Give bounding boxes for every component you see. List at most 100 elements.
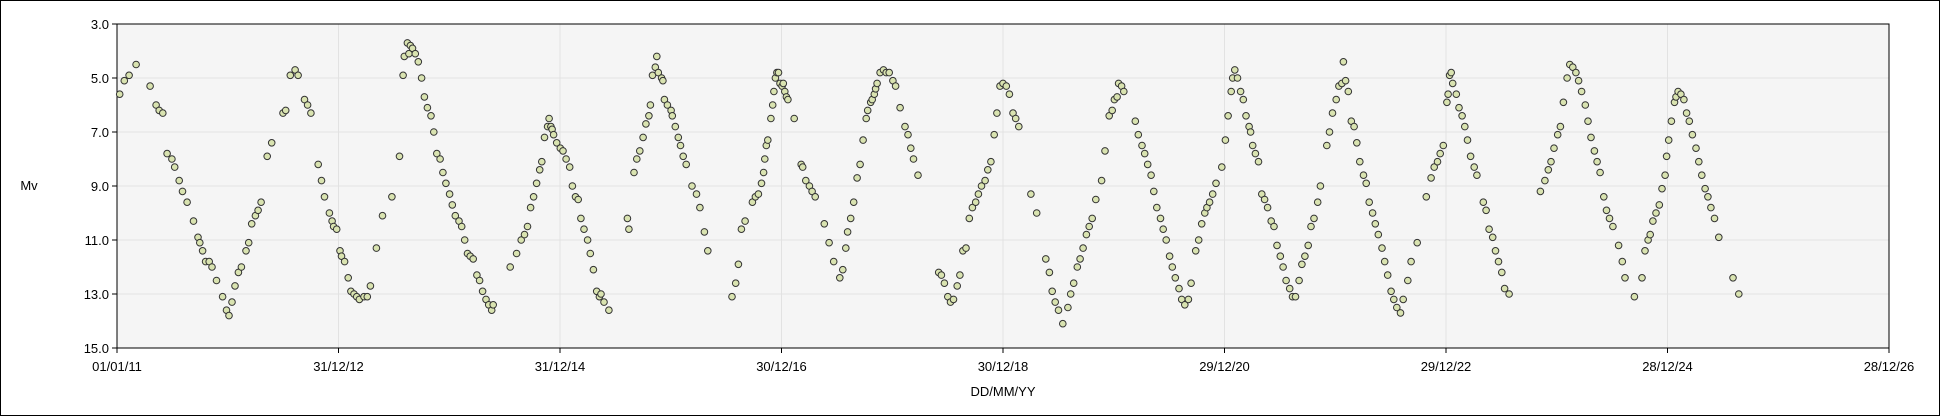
data-point	[1649, 217, 1657, 225]
data-point	[863, 106, 872, 115]
data-point	[212, 276, 221, 285]
data-point	[1341, 76, 1350, 85]
data-point	[1380, 257, 1389, 266]
data-point	[1455, 103, 1463, 112]
data-point	[965, 214, 974, 223]
data-point	[623, 214, 632, 223]
data-point	[659, 76, 667, 85]
data-point	[586, 249, 595, 258]
data-point	[1682, 109, 1691, 117]
data-point	[263, 152, 272, 161]
data-point	[839, 265, 847, 274]
data-point	[267, 139, 276, 147]
data-point	[427, 112, 435, 120]
data-point	[1473, 171, 1481, 179]
data-point	[962, 244, 970, 252]
data-point	[583, 236, 592, 244]
data-point	[768, 101, 777, 109]
data-point	[1463, 136, 1472, 144]
data-point	[1064, 303, 1072, 312]
data-point	[1602, 206, 1611, 215]
data-point	[1097, 176, 1106, 185]
data-point	[842, 244, 850, 252]
data-point	[286, 71, 295, 80]
data-point	[914, 171, 922, 179]
data-point	[1447, 68, 1455, 77]
data-point	[1396, 309, 1405, 317]
data-point	[1066, 290, 1075, 298]
data-point	[1688, 130, 1697, 139]
data-point	[478, 287, 487, 296]
data-point	[320, 193, 329, 201]
y-tick-label: 15.0	[84, 341, 109, 356]
data-point	[639, 133, 647, 142]
data-point	[1260, 195, 1269, 204]
data-point	[853, 174, 861, 182]
data-point	[281, 106, 290, 115]
x-tick-label: 01/01/11	[92, 359, 142, 374]
data-point	[1494, 257, 1503, 266]
data-point	[1236, 87, 1245, 96]
data-point	[1344, 87, 1353, 96]
data-point	[218, 292, 227, 301]
data-point	[512, 249, 521, 258]
data-point	[439, 168, 447, 177]
data-point	[1359, 171, 1368, 179]
data-point	[257, 198, 265, 206]
data-point	[885, 68, 894, 77]
data-point	[475, 276, 484, 285]
data-point	[798, 163, 807, 171]
data-point	[1574, 76, 1583, 85]
data-point	[1073, 263, 1082, 271]
data-point	[1332, 95, 1340, 104]
data-point	[1581, 101, 1590, 109]
data-point	[1553, 130, 1562, 139]
data-point	[442, 179, 450, 188]
data-point	[1596, 168, 1604, 177]
data-point	[974, 190, 983, 198]
data-point	[1254, 157, 1263, 166]
data-point	[784, 95, 792, 104]
data-point	[1605, 214, 1614, 223]
data-point	[676, 141, 685, 150]
data-point	[1242, 112, 1250, 120]
data-point	[904, 130, 912, 139]
data-point	[1399, 295, 1407, 304]
data-point	[1618, 257, 1627, 266]
data-point	[549, 130, 558, 139]
data-point	[682, 160, 691, 169]
data-point	[779, 79, 788, 88]
data-point	[896, 103, 904, 112]
x-tick-label: 31/12/12	[313, 359, 364, 374]
data-point	[523, 222, 532, 231]
y-tick-label: 11.0	[85, 233, 109, 248]
data-point	[754, 190, 763, 198]
data-point	[1638, 274, 1646, 282]
data-point	[1239, 95, 1248, 104]
data-point	[1609, 222, 1617, 231]
data-point	[1362, 179, 1370, 188]
data-point	[589, 265, 598, 274]
data-point	[767, 114, 775, 123]
data-point	[700, 228, 709, 236]
data-point	[538, 157, 546, 166]
data-point	[1069, 279, 1078, 288]
data-point	[1356, 157, 1364, 166]
data-point	[1233, 74, 1242, 82]
data-point	[1550, 144, 1558, 152]
data-point	[1002, 82, 1011, 90]
data-point	[1221, 136, 1230, 144]
data-point	[1662, 152, 1671, 161]
scatter-chart: 3.0 5.0 7.0 9.0 11.0 13.0 15.0 01/01/11 31/12/12…	[20, 17, 1914, 399]
data-point	[1427, 174, 1435, 182]
data-point	[1045, 268, 1054, 277]
data-point	[981, 176, 989, 185]
data-point	[1143, 160, 1152, 169]
data-point	[325, 209, 334, 217]
data-point	[1138, 141, 1146, 150]
data-point	[559, 147, 567, 155]
data-point	[1422, 193, 1431, 201]
data-point	[1630, 292, 1639, 301]
data-point	[340, 257, 349, 266]
data-point	[645, 112, 653, 120]
